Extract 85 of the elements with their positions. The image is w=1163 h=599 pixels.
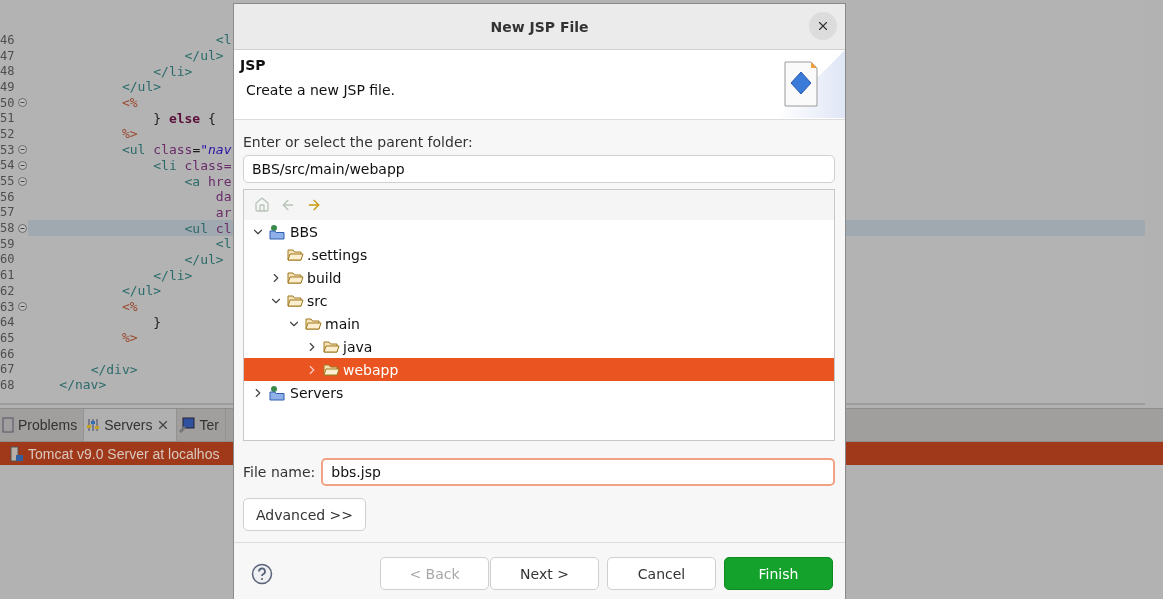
code-line: <%: [120, 299, 138, 315]
folder-icon: [305, 316, 322, 331]
wizard-button[interactable]: Next >: [490, 557, 599, 590]
folder-field[interactable]: BBS/src/main/webapp: [243, 155, 835, 183]
code-line: <l: [214, 32, 232, 48]
code-line: </ul>: [183, 251, 224, 267]
fold-icon[interactable]: [18, 160, 27, 170]
line-number: 62: [0, 283, 16, 298]
line-number: 64: [0, 315, 16, 330]
folder-icon: [323, 362, 340, 377]
tree-item[interactable]: .settings: [244, 243, 834, 266]
code-line: <ul class="nav: [120, 142, 232, 158]
line-number: 63: [0, 299, 16, 314]
tree-item[interactable]: webapp: [244, 358, 834, 381]
code-line: </ul>: [183, 48, 224, 64]
code-line: }: [152, 314, 162, 330]
code-line: </li>: [152, 63, 193, 79]
close-button[interactable]: [809, 12, 837, 40]
project-folder-icon: [269, 384, 287, 401]
line-number: 49: [0, 79, 16, 94]
project-folder-icon: [269, 223, 287, 240]
folder-icon: [287, 247, 304, 262]
folder-icon: [323, 339, 340, 354]
folder-icon: [287, 270, 304, 285]
code-line: %>: [120, 330, 138, 346]
fold-icon[interactable]: [18, 302, 27, 312]
code-line: <li class=: [152, 157, 232, 173]
fold-icon[interactable]: [18, 176, 27, 186]
line-number: 67: [0, 362, 16, 377]
line-number: 56: [0, 189, 16, 204]
code-line: <ul cl: [183, 220, 232, 236]
terminal-icon: [179, 417, 196, 433]
line-number: 68: [0, 377, 16, 392]
code-line: <a hre: [183, 173, 232, 189]
tree-item[interactable]: src: [244, 289, 834, 312]
line-number: 53: [0, 142, 16, 157]
sliders-icon: [86, 418, 101, 432]
help-icon[interactable]: [251, 562, 273, 585]
line-number: 52: [0, 126, 16, 141]
fold-icon[interactable]: [18, 223, 27, 233]
fold-icon[interactable]: [18, 98, 27, 108]
tree-item[interactable]: java: [244, 335, 834, 358]
page-description: Create a new JSP file.: [245, 82, 396, 98]
dialog-title: New JSP File: [490, 18, 589, 35]
line-number: 55: [0, 174, 16, 189]
code-line: ar: [214, 204, 232, 220]
wizard-button[interactable]: Cancel: [607, 557, 716, 590]
code-line: </div>: [89, 361, 138, 377]
line-number: 47: [0, 48, 16, 63]
panel-tab[interactable]: Servers: [84, 409, 178, 441]
line-number: 58: [0, 221, 16, 236]
line-number: 46: [0, 32, 16, 47]
line-number: 54: [0, 158, 16, 173]
code-line: da: [214, 189, 232, 205]
page-title: JSP: [240, 57, 267, 73]
line-number: 60: [0, 252, 16, 267]
advanced-button[interactable]: Advanced >>: [243, 498, 367, 531]
code-line: </ul>: [120, 283, 162, 299]
line-number: 59: [0, 236, 16, 251]
line-number: 48: [0, 64, 16, 79]
folder-icon: [287, 293, 304, 308]
line-number: 57: [0, 205, 16, 220]
line-number: 66: [0, 346, 16, 361]
file-name-label: File name:: [243, 464, 316, 480]
file-name-field[interactable]: bbs.jsp: [321, 458, 835, 486]
code-line: </ul>: [120, 79, 162, 95]
tree-item[interactable]: Servers: [244, 381, 834, 404]
folder-label: Enter or select the parent folder:: [243, 134, 474, 150]
line-number: 50: [0, 95, 16, 110]
close-icon: [816, 19, 830, 33]
code-line: <l: [214, 236, 232, 252]
code-line: %>: [120, 126, 138, 142]
tree-item[interactable]: main: [244, 312, 834, 335]
code-line: } else {: [152, 110, 216, 126]
fold-icon[interactable]: [18, 145, 27, 155]
code-line: </li>: [152, 267, 193, 283]
tree-item[interactable]: BBS: [244, 220, 834, 243]
panel-tab[interactable]: Ter: [177, 409, 226, 441]
code-line: <%: [120, 95, 138, 111]
server-icon: [10, 445, 24, 462]
tree-item[interactable]: build: [244, 266, 834, 289]
line-number: 65: [0, 330, 16, 345]
line-number: 51: [0, 111, 16, 126]
line-number: 61: [0, 268, 16, 283]
code-line: </nav>: [58, 377, 107, 393]
